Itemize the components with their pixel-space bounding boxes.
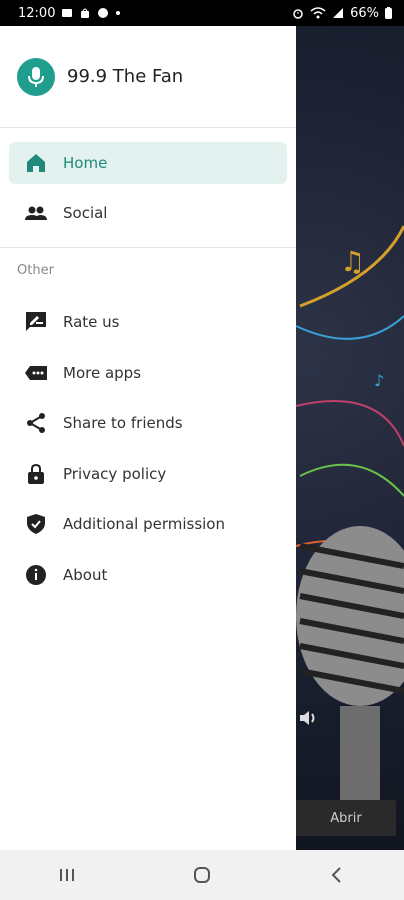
menu-item-label: Additional permission: [63, 515, 225, 533]
system-navigation-bar: [0, 850, 404, 900]
svg-text:♫: ♫: [340, 245, 365, 278]
section-divider: [0, 247, 296, 248]
menu-item-label: Rate us: [63, 313, 120, 331]
menu-item-label: Privacy policy: [63, 465, 167, 483]
menu-item-about[interactable]: About: [9, 554, 287, 596]
rate-icon: [23, 309, 49, 335]
signal-icon: [332, 7, 344, 19]
section-title-other: Other: [17, 263, 54, 278]
wifi-icon: [310, 7, 326, 19]
app-title: 99.9 The Fan: [67, 66, 184, 87]
menu-item-social[interactable]: Social: [9, 192, 287, 234]
notification-icon: [61, 7, 73, 19]
app-icon: [97, 7, 109, 19]
battery-percent: 66%: [350, 5, 379, 21]
menu-item-label: About: [63, 566, 108, 584]
menu-item-home[interactable]: Home: [9, 142, 287, 184]
menu-item-privacy-policy[interactable]: Privacy policy: [9, 453, 287, 495]
navigation-drawer: 99.9 The Fan Home Social Other Rate us M…: [0, 26, 296, 850]
status-bar: 12:00 66%: [0, 0, 404, 26]
back-button[interactable]: [307, 855, 367, 895]
menu-item-more-apps[interactable]: More apps: [9, 352, 287, 394]
home-circle-icon: [193, 867, 210, 883]
menu-item-label: Social: [63, 204, 108, 222]
people-icon: [23, 200, 49, 226]
menu-item-label: More apps: [63, 364, 142, 382]
abrir-button[interactable]: Abrir: [296, 800, 396, 836]
dot-icon: [115, 10, 121, 16]
menu-item-share[interactable]: Share to friends: [9, 402, 287, 444]
microphone-icon: [17, 57, 55, 96]
menu-item-label: Share to friends: [63, 414, 183, 432]
home-icon: [23, 150, 49, 176]
lock-icon: [23, 461, 49, 487]
drawer-header: 99.9 The Fan: [0, 26, 296, 128]
bag-icon: [79, 7, 91, 19]
menu-item-label: Home: [63, 154, 108, 172]
recent-apps-button[interactable]: [37, 855, 97, 895]
info-icon: [23, 562, 49, 588]
alarm-icon: [292, 7, 304, 19]
back-chevron-icon: [331, 867, 341, 883]
menu-item-rate-us[interactable]: Rate us: [9, 301, 287, 343]
share-icon: [23, 410, 49, 436]
shield-icon: [23, 511, 49, 537]
status-time: 12:00: [18, 5, 56, 21]
battery-icon: [385, 7, 392, 19]
home-button[interactable]: [172, 855, 232, 895]
recent-apps-icon: [60, 869, 75, 881]
svg-text:♪: ♪: [374, 371, 384, 390]
menu-item-additional-permission[interactable]: Additional permission: [9, 503, 287, 545]
more-apps-icon: [23, 360, 49, 386]
